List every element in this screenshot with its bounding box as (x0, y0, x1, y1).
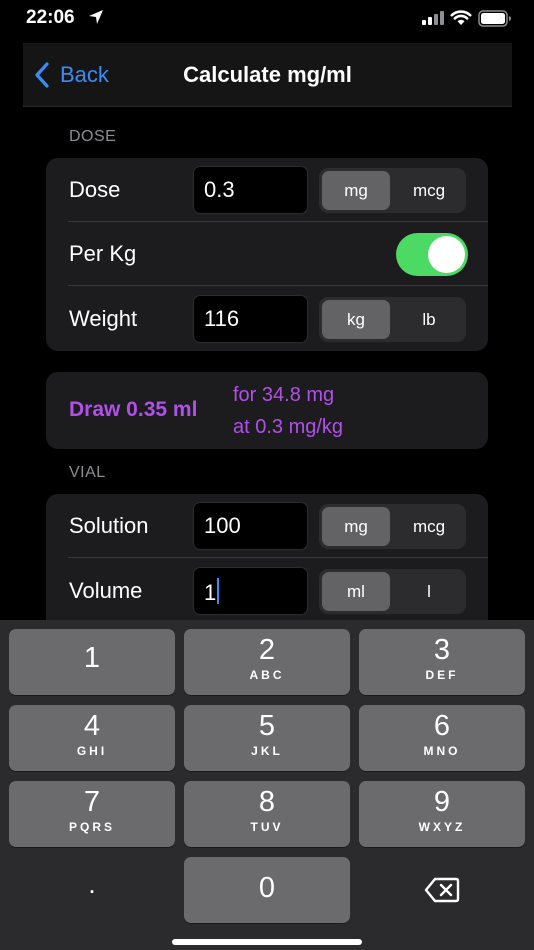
result-dose-rate: at 0.3 mg/kg (233, 416, 344, 438)
dose-input[interactable]: 0.3 (193, 166, 308, 214)
key-digit: 8 (258, 786, 276, 818)
home-indicator[interactable] (172, 939, 362, 945)
battery-icon (478, 10, 511, 27)
solution-unit-mg[interactable]: mg (322, 507, 390, 546)
key-letters: JKL (251, 744, 283, 758)
result-card: Draw 0.35 ml for 34.8 mg at 0.3 mg/kg (46, 372, 488, 449)
volume-row: Volume 1 ml l (46, 559, 488, 623)
dose-unit-segmented: mg mcg (319, 168, 466, 213)
key-letters: ABC (249, 668, 285, 682)
volume-unit-l[interactable]: l (395, 572, 463, 611)
key-4[interactable]: 4 GHI (9, 705, 175, 771)
key-decimal[interactable]: . (9, 857, 175, 923)
per-kg-row: Per Kg (46, 222, 488, 286)
decimal-point: . (88, 869, 96, 899)
key-digit: 3 (433, 634, 451, 666)
wifi-icon (450, 10, 472, 25)
result-dose-total: for 34.8 mg (233, 384, 335, 406)
solution-label: Solution (69, 513, 149, 538)
key-letters: WXYZ (418, 820, 466, 834)
key-letters: PQRS (68, 820, 115, 834)
key-9[interactable]: 9 WXYZ (359, 781, 525, 847)
solution-unit-mcg[interactable]: mcg (395, 507, 463, 546)
key-digit: 1 (83, 642, 101, 674)
per-kg-label: Per Kg (69, 241, 137, 266)
weight-input[interactable]: 116 (193, 295, 308, 343)
key-2[interactable]: 2 ABC (184, 629, 350, 695)
volume-input[interactable]: 1 (193, 567, 308, 615)
status-time: 22:06 (26, 7, 75, 28)
volume-unit-segmented: ml l (319, 569, 466, 614)
key-1[interactable]: 1 (9, 629, 175, 695)
backspace-icon (424, 877, 460, 903)
dose-card: Dose 0.3 mg mcg Per Kg Weight 116 kg lb (46, 158, 488, 351)
navigation-bar: Back Calculate mg/ml (23, 43, 512, 107)
dose-unit-mcg[interactable]: mcg (395, 171, 463, 210)
key-digit: 7 (83, 786, 101, 818)
key-3[interactable]: 3 DEF (359, 629, 525, 695)
key-delete[interactable] (359, 857, 525, 923)
volume-value: 1 (204, 580, 217, 605)
vial-section-header: VIAL (69, 464, 106, 481)
numeric-keypad: 1 2 ABC 3 DEF 4 GHI 5 JKL 6 MNO 7 PQRS 8… (0, 620, 534, 950)
key-digit: 4 (83, 710, 101, 742)
key-8[interactable]: 8 TUV (184, 781, 350, 847)
volume-unit-ml[interactable]: ml (322, 572, 390, 611)
solution-input[interactable]: 100 (193, 502, 308, 550)
location-arrow-icon (89, 10, 103, 24)
weight-unit-segmented: kg lb (319, 297, 466, 342)
weight-label: Weight (69, 306, 138, 331)
weight-row: Weight 116 kg lb (46, 287, 488, 351)
cellular-signal-icon (422, 11, 444, 25)
dose-section-header: DOSE (69, 128, 117, 145)
key-letters: TUV (250, 820, 284, 834)
key-letters: MNO (423, 744, 461, 758)
key-digit: 0 (258, 872, 276, 904)
key-5[interactable]: 5 JKL (184, 705, 350, 771)
per-kg-toggle[interactable] (396, 233, 468, 276)
toggle-knob (428, 236, 465, 273)
key-7[interactable]: 7 PQRS (9, 781, 175, 847)
key-digit: 2 (258, 634, 276, 666)
key-digit: 6 (433, 710, 451, 742)
status-bar: 22:06 (0, 0, 534, 40)
volume-label: Volume (69, 578, 143, 603)
weight-unit-kg[interactable]: kg (322, 300, 390, 339)
dose-unit-mg[interactable]: mg (322, 171, 390, 210)
text-cursor (217, 578, 220, 604)
key-digit: 5 (258, 710, 276, 742)
key-6[interactable]: 6 MNO (359, 705, 525, 771)
solution-row: Solution 100 mg mcg (46, 494, 488, 558)
divider (68, 557, 488, 558)
vial-card: Solution 100 mg mcg Volume 1 ml l (46, 494, 488, 620)
page-title: Calculate mg/ml (183, 62, 352, 87)
key-digit: 9 (433, 786, 451, 818)
key-letters: DEF (425, 668, 459, 682)
draw-volume-result: Draw 0.35 ml (69, 398, 198, 421)
dose-row: Dose 0.3 mg mcg (46, 158, 488, 222)
solution-unit-segmented: mg mcg (319, 504, 466, 549)
weight-unit-lb[interactable]: lb (395, 300, 463, 339)
key-letters: GHI (76, 744, 108, 758)
key-0[interactable]: 0 (184, 857, 350, 923)
divider (68, 285, 488, 286)
dose-label: Dose (69, 177, 121, 202)
